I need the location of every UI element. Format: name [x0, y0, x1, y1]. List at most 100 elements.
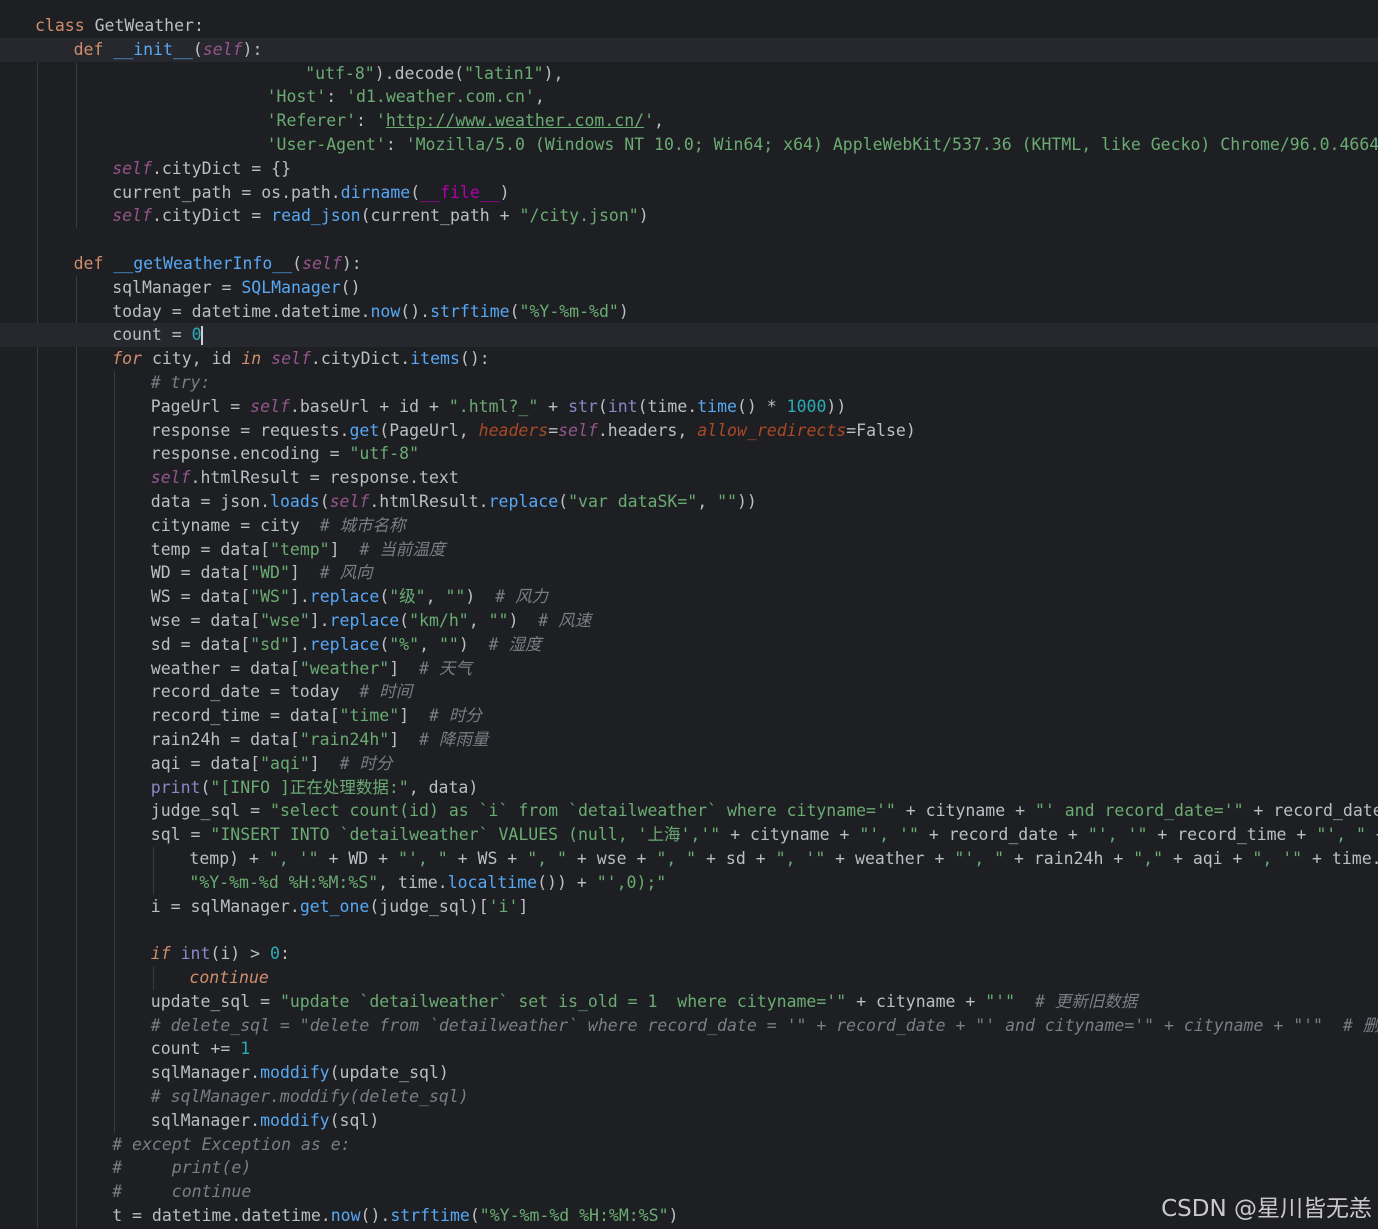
code-token: now	[370, 301, 401, 321]
code-token: )	[499, 182, 510, 202]
code-token: city, id	[151, 349, 242, 369]
code-token: ,	[534, 87, 545, 107]
code-token: ""	[438, 634, 459, 654]
code-token: "utf-8"	[349, 444, 420, 464]
code-token: )	[508, 611, 539, 630]
code-token: 'User-Agent'	[266, 135, 386, 154]
code-token: 'Mozilla/5.0 (Windows NT 10.0; Win64; x6…	[405, 135, 1378, 154]
code-line-content: current_path = os.path.dirname(__file__)	[112, 181, 509, 205]
code-token: # delete_sql = "delete from `detailweath…	[150, 1015, 1378, 1035]
code-token: (	[469, 1206, 480, 1225]
code-line-content: self.htmlResult = response.text	[151, 466, 459, 490]
code-token: self	[558, 420, 598, 440]
code-token: ):	[341, 254, 362, 273]
code-line-content: wse = data["wse"].replace("km/h", "") # …	[151, 609, 591, 633]
code-token: , time.	[378, 872, 448, 892]
code-line-content: continue	[189, 966, 268, 990]
code-token: continue	[189, 968, 269, 987]
code-token: self	[150, 468, 191, 488]
code-token: (PageUrl,	[379, 420, 479, 440]
code-token: .cityDict =	[151, 206, 272, 226]
code-token: # try:	[150, 373, 211, 392]
code-token: '	[375, 111, 386, 131]
code-token: response.encoding =	[150, 444, 350, 464]
code-editor[interactable]: class GetWeather: def __init__(self): "utf…	[0, 0, 1378, 1229]
code-token: .headers,	[597, 420, 698, 440]
code-token: + cityname +	[846, 991, 986, 1011]
text-caret	[200, 326, 203, 346]
code-token: ,	[654, 111, 664, 131]
code-token: ]	[289, 563, 320, 583]
code-token: class	[35, 16, 95, 35]
code-token: )	[618, 301, 629, 321]
code-line-content: WS = data["WS"].replace("级", "") # 风力	[151, 585, 548, 609]
code-line-content: update_sql = "update `detailweather` set…	[151, 990, 1138, 1014]
code-line-content: sqlManager = SQLManager()	[112, 276, 360, 300]
code-token: WS = data[	[150, 587, 251, 607]
code-line-content: record_time = data["time"] # 时分	[151, 704, 482, 728]
code-line-content: response = requests.get(PageUrl, headers…	[151, 419, 916, 443]
code-line[interactable]: count = 0	[0, 323, 1378, 348]
code-token: (judge_sql)[	[369, 896, 489, 916]
code-token: "temp"	[270, 539, 330, 559]
code-line[interactable]: def __init__(self):	[0, 37, 1378, 62]
code-line-content: today = datetime.datetime.now().strftime…	[112, 300, 629, 324]
code-token: (	[192, 39, 203, 59]
code-token: ().	[360, 1206, 391, 1225]
code-token: :	[385, 135, 406, 154]
code-token: replace	[309, 587, 380, 607]
code-token: ()	[340, 277, 361, 297]
code-line-content: sqlManager.moddify(update_sql)	[151, 1061, 449, 1085]
code-token: # 城市名称	[319, 515, 406, 535]
code-line-content: "%Y-%m-%d %H:%M:%S", time.localtime()) +…	[189, 871, 666, 895]
code-line-content: record_date = today # 时间	[151, 680, 413, 704]
code-token: (time.	[637, 396, 698, 416]
code-token: + aqi +	[1163, 849, 1253, 868]
code-token: ]	[309, 753, 340, 773]
code-line-content: cityname = city # 城市名称	[151, 514, 406, 538]
indent-guide	[37, 37, 38, 1228]
code-token: __file__	[420, 182, 500, 202]
code-token: )	[458, 634, 489, 654]
code-token: # 风力	[495, 587, 549, 607]
code-line-content: temp) + ", '" + WD + "', " + WS + ", " +…	[189, 847, 1378, 871]
code-token: print	[150, 777, 201, 797]
code-token: + cityname +	[895, 801, 1035, 821]
code-token: ()) +	[537, 872, 597, 892]
code-line-content: def __init__(self):	[74, 38, 263, 62]
code-token: count =	[112, 325, 192, 345]
code-token: # 风速	[538, 611, 592, 630]
code-token: # 天气	[419, 658, 472, 678]
code-token: "km/h"	[409, 611, 469, 630]
indent-guide	[152, 847, 154, 895]
code-line-content: count += 1	[151, 1037, 250, 1061]
code-token: :	[326, 87, 347, 107]
code-token: strftime	[390, 1206, 470, 1225]
code-line-content: t = datetime.datetime.now().strftime("%Y…	[112, 1204, 678, 1228]
code-token: int	[180, 944, 211, 964]
code-token: (	[399, 611, 410, 630]
code-token: + record_date +	[918, 825, 1088, 845]
code-token: (	[379, 587, 390, 607]
code-token: # 湿度	[488, 634, 542, 654]
code-token: ):	[242, 39, 263, 59]
code-token: )	[465, 587, 496, 607]
code-token: current_path = os.path.	[112, 182, 341, 202]
code-token: (current_path +	[360, 206, 520, 226]
code-token: now	[330, 1206, 361, 1225]
code-token: "%Y-%m-%d"	[519, 301, 619, 321]
code-line-content: # try:	[151, 371, 211, 395]
code-line-content: temp = data["temp"] # 当前温度	[151, 538, 446, 562]
code-token: ","	[1133, 849, 1164, 868]
code-line-content: if int(i) > 0:	[151, 942, 290, 966]
code-token: "[INFO ]正在处理数据:"	[210, 777, 409, 797]
code-token: + st	[1366, 825, 1378, 844]
code-token: sqlManager.	[150, 1063, 261, 1083]
code-token: ))	[826, 396, 847, 416]
code-token: "', "	[954, 849, 1005, 868]
code-token: ]	[389, 730, 420, 749]
code-token: time	[697, 396, 737, 416]
code-token: sd = data[	[150, 634, 251, 654]
code-token: ".html?_"	[448, 396, 539, 416]
indent-guide	[75, 61, 77, 229]
